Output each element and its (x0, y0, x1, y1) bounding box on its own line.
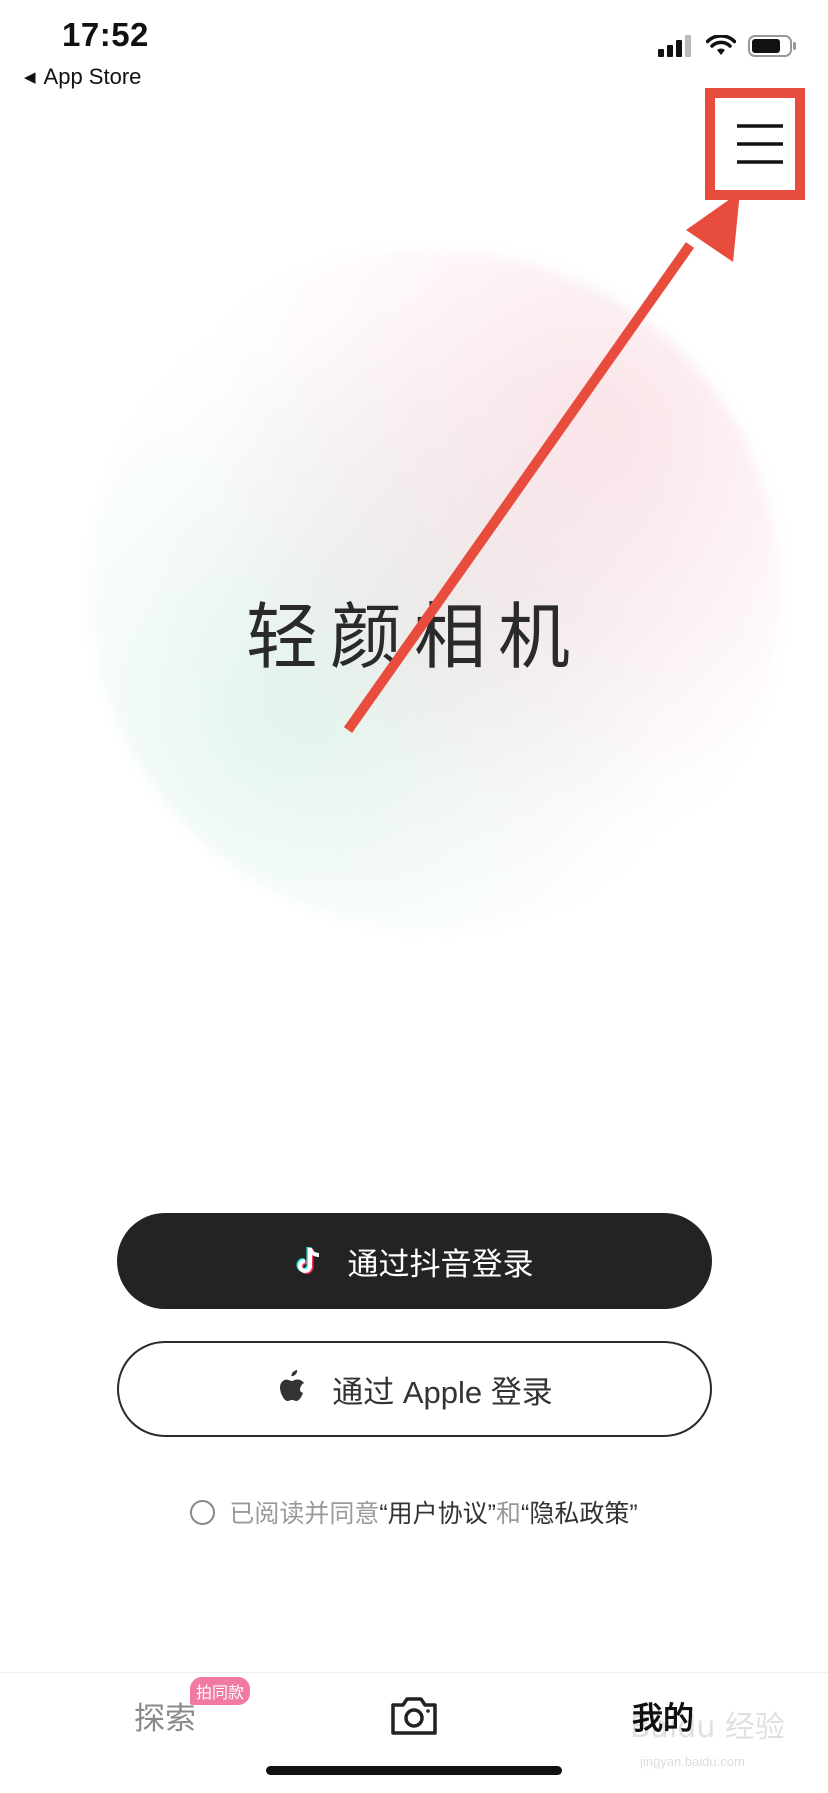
apple-login-label: 通过 Apple 登录 (332, 1374, 553, 1410)
agreement-row: 已阅读并同意 “用户协议” 和 “隐私政策” (0, 1494, 828, 1530)
agreement-prefix: 已阅读并同意 (229, 1500, 380, 1528)
hamburger-menu-button[interactable] (735, 122, 785, 166)
agreement-and: 和 (496, 1500, 522, 1528)
app-name-logo: 轻颜相机 (245, 595, 582, 679)
douyin-login-label: 通过抖音登录 (347, 1246, 534, 1282)
hamburger-menu-icon (737, 124, 783, 164)
wifi-icon (706, 35, 736, 55)
back-app-label: App Store (43, 64, 142, 89)
battery-icon (748, 35, 796, 57)
tab-camera[interactable] (389, 1695, 439, 1737)
apple-logo-icon (276, 1370, 310, 1408)
user-agreement-link[interactable]: “用户协议” (379, 1494, 496, 1530)
douyin-login-button[interactable]: 通过抖音登录 (117, 1213, 712, 1309)
back-triangle-icon: ◀ (24, 69, 36, 86)
back-to-app-store[interactable]: ◀ App Store (24, 64, 141, 90)
tab-explore[interactable]: 探索 (134, 1693, 196, 1738)
privacy-policy-link[interactable]: “隐私政策” (521, 1494, 638, 1530)
status-time: 17:52 (62, 16, 149, 53)
baidu-watermark-url: jingyan.baidu.com (640, 1754, 745, 1769)
baidu-watermark: Baidu 经验 (630, 1710, 785, 1745)
home-indicator[interactable] (266, 1766, 562, 1775)
douyin-logo-icon (296, 1245, 326, 1277)
status-bar: 17:52 ◀ App Store (0, 0, 828, 100)
explore-badge: 拍同款 (190, 1677, 251, 1705)
signal-icon (658, 35, 691, 57)
system-icons (658, 34, 798, 58)
camera-icon (391, 1697, 437, 1735)
agreement-checkbox[interactable] (190, 1499, 216, 1525)
apple-login-button[interactable]: 通过 Apple 登录 (117, 1341, 712, 1437)
